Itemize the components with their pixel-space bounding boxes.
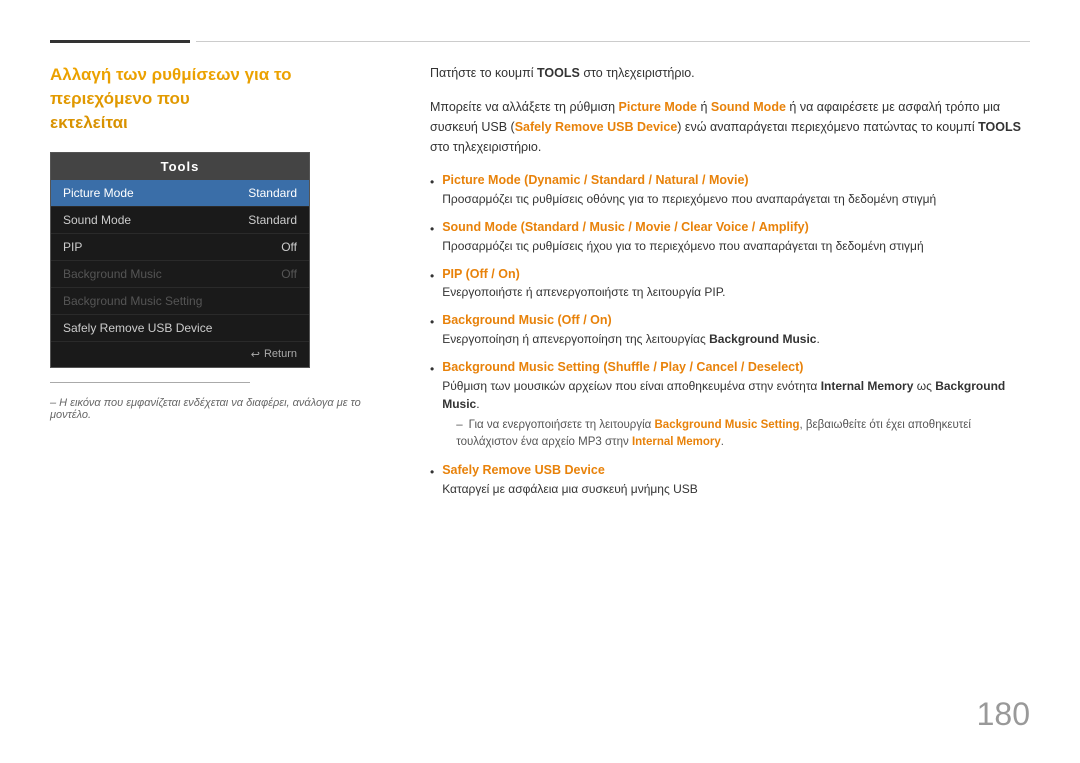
bullet-content-sound-mode: Sound Mode (Standard / Music / Movie / C… (442, 218, 1030, 255)
bullet-content-background-music: Background Music (Off / On) Ενεργοποίηση… (442, 311, 1030, 348)
background-music-title: Background Music (Off / On) (442, 313, 611, 327)
background-music-setting-title: Background Music Setting (Shuffle / Play… (442, 360, 803, 374)
tools-menu-header: Tools (51, 153, 309, 180)
menu-item-pip-label: PIP (63, 240, 82, 254)
bullet-dot-6: • (430, 463, 434, 481)
note-text: – Η εικόνα που εμφανίζεται ενδέχεται να … (50, 397, 390, 421)
menu-item-picture-mode-label: Picture Mode (63, 186, 134, 200)
top-decorative-lines (50, 40, 1030, 43)
menu-item-safely-remove-usb-label: Safely Remove USB Device (63, 321, 212, 335)
bullet-content-picture-mode: Picture Mode (Dynamic / Standard / Natur… (442, 171, 1030, 208)
menu-item-sound-mode-label: Sound Mode (63, 213, 131, 227)
pip-title: PIP (Off / On) (442, 267, 520, 281)
list-item-background-music-setting: • Background Music Setting (Shuffle / Pl… (430, 358, 1030, 451)
menu-item-sound-mode[interactable]: Sound Mode Standard (51, 207, 309, 234)
safely-remove-usb-title: Safely Remove USB Device (442, 463, 605, 477)
bullet-list: • Picture Mode (Dynamic / Standard / Nat… (430, 171, 1030, 498)
bullet-dot-3: • (430, 267, 434, 285)
menu-item-pip-value: Off (281, 240, 297, 254)
background-music-sub: Ενεργοποίηση ή απενεργοποίηση της λειτου… (442, 330, 1030, 348)
intro-paragraph-2: Μπορείτε να αλλάξετε τη ρύθμιση Picture … (430, 97, 1030, 157)
menu-item-picture-mode-value: Standard (248, 186, 297, 200)
list-item-safely-remove-usb: • Safely Remove USB Device Καταργεί με α… (430, 461, 1030, 498)
sound-mode-sub: Προσαρμόζει τις ρυθμίσεις ήχου για το πε… (442, 237, 1030, 255)
menu-item-background-music: Background Music Off (51, 261, 309, 288)
bullet-dot-5: • (430, 360, 434, 378)
menu-item-sound-mode-value: Standard (248, 213, 297, 227)
menu-item-picture-mode[interactable]: Picture Mode Standard (51, 180, 309, 207)
pip-sub: Ενεργοποιήστε ή απενεργοποιήστε τη λειτο… (442, 283, 1030, 301)
bullet-dot-2: • (430, 220, 434, 238)
list-item-sound-mode: • Sound Mode (Standard / Music / Movie /… (430, 218, 1030, 255)
menu-footer: ↩ Return (51, 342, 309, 367)
menu-item-safely-remove-usb[interactable]: Safely Remove USB Device (51, 315, 309, 342)
menu-item-background-music-label: Background Music (63, 267, 162, 281)
page-number: 180 (977, 696, 1030, 733)
menu-item-background-music-value: Off (281, 267, 297, 281)
bullet-dot: • (430, 173, 434, 191)
sound-mode-title: Sound Mode (Standard / Music / Movie / C… (442, 220, 809, 234)
left-divider (50, 382, 250, 383)
picture-mode-sub: Προσαρμόζει τις ρυθμίσεις οθόνης για το … (442, 190, 1030, 208)
tools-menu: Tools Picture Mode Standard Sound Mode S… (50, 152, 310, 368)
bullet-content-background-music-setting: Background Music Setting (Shuffle / Play… (442, 358, 1030, 451)
bullet-dot-4: • (430, 313, 434, 331)
page-title: Αλλαγή των ρυθμίσεων για το περιεχόμενο … (50, 63, 390, 134)
list-item-pip: • PIP (Off / On) Ενεργοποιήστε ή απενεργ… (430, 265, 1030, 302)
safely-remove-usb-sub: Καταργεί με ασφάλεια μια συσκευή μνήμης … (442, 480, 1030, 498)
picture-mode-title: Picture Mode (Dynamic / Standard / Natur… (442, 173, 748, 187)
list-item-picture-mode: • Picture Mode (Dynamic / Standard / Nat… (430, 171, 1030, 208)
menu-item-background-music-setting-label: Background Music Setting (63, 294, 202, 308)
main-content: Αλλαγή των ρυθμίσεων για το περιεχόμενο … (50, 63, 1030, 723)
left-column: Αλλαγή των ρυθμίσεων για το περιεχόμενο … (50, 63, 390, 723)
background-music-setting-indent: –Για να ενεργοποιήσετε τη λειτουργία Bac… (442, 417, 1030, 452)
menu-footer-label: Return (264, 348, 297, 361)
intro-paragraph-1: Πατήστε το κουμπί TOOLS στο τηλεχειριστή… (430, 63, 1030, 83)
return-icon: ↩ (251, 348, 260, 361)
background-music-setting-sub: Ρύθμιση των μουσικών αρχείων που είναι α… (442, 377, 1030, 413)
page-container: Αλλαγή των ρυθμίσεων για το περιεχόμενο … (0, 0, 1080, 763)
right-column: Πατήστε το κουμπί TOOLS στο τηλεχειριστή… (430, 63, 1030, 723)
menu-item-pip[interactable]: PIP Off (51, 234, 309, 261)
bullet-content-pip: PIP (Off / On) Ενεργοποιήστε ή απενεργοπ… (442, 265, 1030, 302)
list-item-background-music: • Background Music (Off / On) Ενεργοποίη… (430, 311, 1030, 348)
bullet-content-safely-remove-usb: Safely Remove USB Device Καταργεί με ασφ… (442, 461, 1030, 498)
top-line-light (196, 41, 1030, 42)
top-line-dark (50, 40, 190, 43)
menu-item-background-music-setting: Background Music Setting (51, 288, 309, 315)
